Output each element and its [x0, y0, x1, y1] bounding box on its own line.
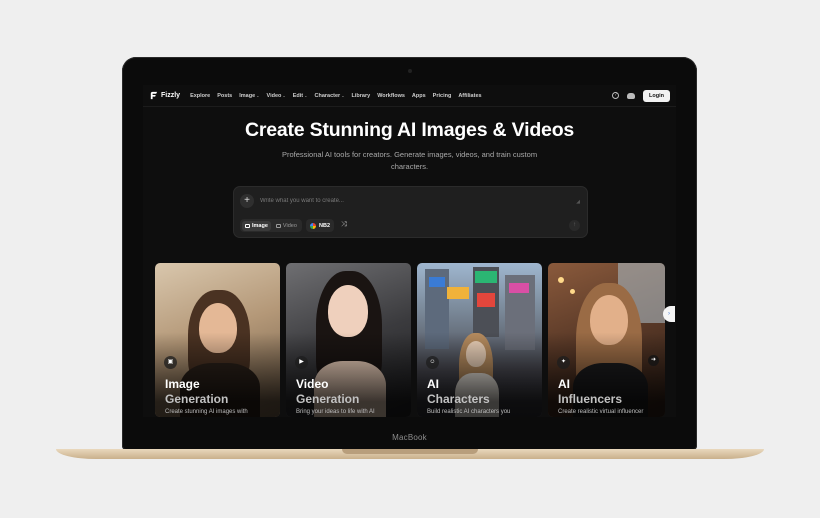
resize-handle-icon[interactable]: ◢: [576, 199, 580, 205]
prompt-input[interactable]: [260, 194, 550, 208]
nav-item-library[interactable]: Library: [352, 93, 371, 99]
card-image-generation[interactable]: ▣ Image Generation Create stunning AI im…: [155, 263, 280, 417]
chevron-down-icon: ⌄: [256, 93, 260, 98]
card-description: Build realistic AI characters you: [427, 409, 511, 415]
card-subtitle: Generation: [165, 392, 229, 406]
shuffle-icon[interactable]: ⤨: [341, 221, 347, 229]
discord-icon[interactable]: [627, 92, 636, 99]
camera: [408, 69, 412, 73]
card-description: Create realistic virtual influencer: [558, 409, 644, 415]
nav-item-apps[interactable]: Apps: [412, 93, 426, 99]
feature-cards: ▣ Image Generation Create stunning AI im…: [155, 263, 665, 417]
card-subtitle: Influencers: [558, 392, 623, 406]
nav-item-label: Workflows: [377, 92, 405, 99]
chevron-down-icon: ⌄: [282, 93, 286, 98]
nav-item-edit[interactable]: Edit ⌄: [293, 93, 308, 99]
card-subtitle: Characters: [427, 392, 490, 406]
nav-item-label: Video: [266, 92, 282, 99]
card-ai-influencers[interactable]: ✦ ➜ AI Influencers Create realistic virt…: [548, 263, 665, 417]
google-icon: [310, 222, 316, 229]
users-icon: ☺: [426, 356, 439, 369]
prompt-box: + ◢ Image Video NB2 ⤨ ↑: [233, 186, 588, 238]
nav-item-label: Pricing: [432, 92, 452, 99]
laptop-hinge-notch: [342, 449, 478, 454]
device-brand-label: MacBook: [392, 433, 427, 442]
mode-image-tab[interactable]: Image: [242, 220, 271, 231]
sparkle-icon: ✦: [557, 356, 570, 369]
card-title: AI: [427, 377, 439, 391]
image-icon: ▣: [164, 356, 177, 369]
card-title: Image: [165, 377, 200, 391]
video-icon: ▶: [295, 356, 308, 369]
nav-item-label: Affiliates: [458, 92, 482, 99]
help-icon[interactable]: ?: [612, 92, 620, 99]
nav-item-image[interactable]: Image ⌄: [239, 93, 259, 99]
nav-item-label: Apps: [411, 92, 426, 99]
add-attachment-button[interactable]: +: [240, 194, 254, 208]
card-ai-characters[interactable]: ☺ AI Characters Build realistic AI chara…: [417, 263, 542, 417]
model-label: NB2: [319, 222, 331, 229]
image-icon: [245, 223, 250, 228]
nav-item-label: Image: [239, 92, 256, 99]
nav-item-character[interactable]: Character ⌄: [315, 93, 345, 99]
nav-item-workflows[interactable]: Workflows: [377, 93, 405, 99]
nav-item-label: Edit: [292, 92, 304, 99]
top-navbar: Fizzly Explore Posts Image ⌄ Video ⌄ Edit ⌄ Char…: [143, 85, 676, 107]
chevron-down-icon: ⌄: [304, 93, 308, 98]
login-button[interactable]: Login: [643, 89, 670, 102]
nav-item-label: Explore: [190, 92, 211, 99]
fizzly-logo-icon: [150, 91, 158, 100]
card-description: Bring your ideas to life with AI: [296, 409, 375, 415]
mode-toggle: Image Video: [240, 219, 302, 232]
mode-label: Image: [252, 222, 268, 229]
mode-video-tab[interactable]: Video: [273, 221, 300, 231]
logo[interactable]: Fizzly: [149, 91, 180, 100]
nav-item-label: Library: [351, 92, 371, 99]
card-description: Create stunning AI images with: [165, 409, 248, 415]
browser-screen: Fizzly Explore Posts Image ⌄ Video ⌄ Edit ⌄ Char…: [143, 85, 676, 417]
arrow-right-icon[interactable]: ➜: [648, 355, 659, 366]
nav-item-label: Character: [314, 92, 341, 99]
mode-label: Video: [282, 222, 297, 229]
chevron-down-icon: ⌄: [341, 93, 345, 98]
card-title: AI: [558, 377, 570, 391]
nav-item-label: Posts: [217, 92, 233, 99]
carousel-next-button[interactable]: ›: [663, 306, 675, 322]
card-video-generation[interactable]: ▶ Video Generation Bring your ideas to l…: [286, 263, 411, 417]
card-title: Video: [296, 377, 329, 391]
nav-item-pricing[interactable]: Pricing: [433, 93, 452, 99]
nav-item-explore[interactable]: Explore: [190, 93, 210, 99]
nav-item-video[interactable]: Video ⌄: [267, 93, 286, 99]
hero-title: Create Stunning AI Images & Videos: [244, 119, 575, 141]
send-button[interactable]: ↑: [569, 220, 580, 231]
nav-item-affiliates[interactable]: Affiliates: [458, 93, 481, 99]
card-subtitle: Generation: [296, 392, 360, 406]
laptop-lid: Fizzly Explore Posts Image ⌄ Video ⌄ Edit ⌄ Char…: [122, 57, 697, 450]
hero-subtitle: Professional AI tools for creators. Gene…: [281, 150, 538, 171]
nav-menu: Explore Posts Image ⌄ Video ⌄ Edit ⌄ Character ⌄ L…: [190, 93, 482, 99]
video-icon: [275, 223, 281, 228]
app-name: Fizzly: [161, 92, 181, 99]
model-selector-button[interactable]: NB2: [306, 219, 335, 232]
nav-item-posts[interactable]: Posts: [217, 93, 232, 99]
